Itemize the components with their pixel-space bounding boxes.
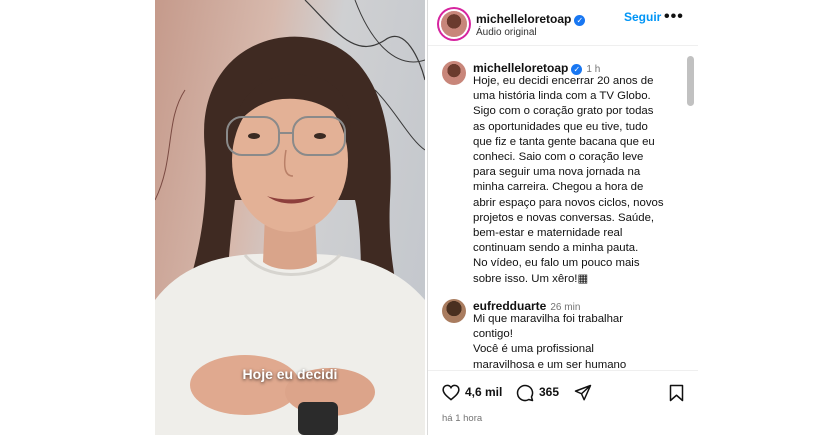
scrollbar-thumb[interactable] bbox=[687, 56, 694, 106]
comment-text: Mi que maravilha foi trabalhar contigo! … bbox=[473, 312, 689, 369]
heart-icon[interactable] bbox=[442, 384, 460, 401]
commenter-avatar[interactable] bbox=[442, 299, 466, 323]
caption-line: projetos e novas conversas. Saúde, bbox=[473, 211, 655, 224]
caption-text: Hoje, eu decidi encerrar 20 anos de uma … bbox=[473, 74, 689, 287]
author-username[interactable]: michelleloretoap bbox=[476, 12, 571, 26]
commenter-username[interactable]: eufredduarte bbox=[473, 299, 546, 313]
post-header: michelleloretoap ✓ Seguir ••• Áudio origi… bbox=[428, 0, 698, 46]
audio-label[interactable]: Áudio original bbox=[476, 27, 537, 38]
caption-avatar[interactable] bbox=[442, 61, 466, 85]
caption-line: as oportunidades que eu tive, tudo bbox=[473, 120, 648, 133]
save-bookmark-icon[interactable] bbox=[669, 384, 684, 402]
caption-line: No vídeo, eu falo um pouco mais bbox=[473, 257, 640, 270]
caption-username[interactable]: michelleloretoap bbox=[473, 61, 568, 75]
video-caption: Hoje eu decidi bbox=[242, 366, 338, 382]
more-options-icon[interactable]: ••• bbox=[664, 8, 684, 26]
comments-scroll-area[interactable]: michelleloretoap ✓ 1 h Hoje, eu decidi enc… bbox=[428, 47, 698, 369]
likes-count[interactable]: 4,6 mil bbox=[465, 385, 502, 399]
post-actions-bar: 4,6 mil 365 há 1 hora bbox=[428, 370, 698, 435]
share-icon[interactable] bbox=[574, 384, 592, 402]
caption-line: uma história linda com a TV Globo. bbox=[473, 90, 651, 103]
comment-line: contigo! bbox=[473, 328, 513, 341]
caption-line: Sigo com o coração grato por todas bbox=[473, 105, 654, 118]
reel-video[interactable]: Hoje eu decidi bbox=[155, 0, 425, 435]
follow-button[interactable]: Seguir bbox=[624, 10, 661, 24]
caption-line: que fiz e tanta gente bacana que eu bbox=[473, 135, 655, 148]
comment-icon[interactable] bbox=[516, 384, 534, 402]
instagram-post-modal: Hoje eu decidi michelleloretoap ✓ Seguir … bbox=[155, 0, 698, 435]
author-avatar[interactable] bbox=[441, 11, 467, 37]
caption-line: minha carreira. Chegou a hora de bbox=[473, 181, 644, 194]
author-row: michelleloretoap ✓ bbox=[476, 10, 586, 28]
caption-line: conheci. Saio com o coração leve bbox=[473, 151, 644, 164]
caption-line: continuam sendo a minha pauta. bbox=[473, 242, 639, 255]
verified-badge-icon: ✓ bbox=[574, 15, 586, 26]
caption-line: sobre isso. Um xêro!▦ bbox=[473, 272, 589, 285]
caption-line: Hoje, eu decidi encerrar 20 anos de bbox=[473, 75, 654, 87]
caption-line: abrir espaço para novos ciclos, novos bbox=[473, 196, 664, 209]
caption-line: para seguir uma nova jornada na bbox=[473, 166, 641, 179]
comments-count[interactable]: 365 bbox=[539, 385, 559, 399]
caption-line: bem-estar e maternidade real bbox=[473, 227, 623, 240]
comment-line: Mi que maravilha foi trabalhar bbox=[473, 313, 624, 325]
comment-line: maravilhosa e um ser humano bbox=[473, 358, 627, 369]
post-details-panel: michelleloretoap ✓ Seguir ••• Áudio origi… bbox=[427, 0, 698, 435]
post-timestamp: há 1 hora bbox=[442, 413, 483, 424]
comment-line: Você é uma profissional bbox=[473, 343, 594, 356]
